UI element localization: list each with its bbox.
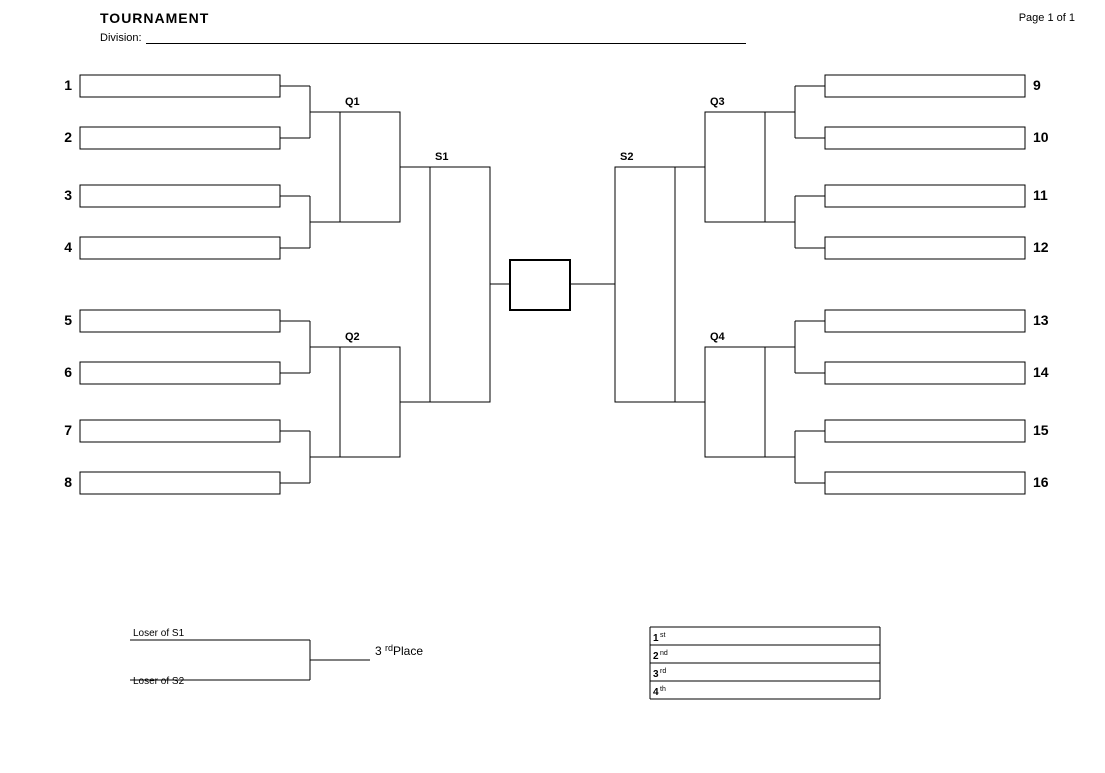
division-label: Division: (100, 32, 142, 44)
svg-text:4: 4 (64, 239, 72, 255)
svg-text:7: 7 (64, 422, 72, 438)
svg-text:8: 8 (64, 474, 72, 490)
svg-text:11: 11 (1033, 187, 1048, 203)
svg-text:9: 9 (1033, 77, 1041, 93)
svg-text:10: 10 (1033, 129, 1049, 145)
tournament-title: TOURNAMENT (100, 10, 1085, 26)
svg-text:Q4: Q4 (710, 331, 726, 343)
svg-text:3: 3 (375, 644, 382, 658)
svg-text:1: 1 (64, 77, 72, 93)
svg-text:14: 14 (1033, 364, 1049, 380)
svg-text:4: 4 (653, 687, 659, 698)
svg-text:rd: rd (660, 668, 666, 675)
svg-text:th: th (660, 686, 666, 693)
svg-text:S2: S2 (620, 151, 633, 163)
svg-text:3: 3 (653, 669, 659, 680)
svg-text:Loser of S1: Loser of S1 (133, 628, 185, 639)
page: Page 1 of 1 TOURNAMENT Division: (0, 0, 1105, 773)
svg-text:3: 3 (64, 187, 72, 203)
svg-text:6: 6 (64, 364, 72, 380)
svg-text:12: 12 (1033, 239, 1049, 255)
svg-text:2: 2 (64, 129, 72, 145)
bracket-svg: 1 2 3 4 5 6 7 8 9 10 11 12 13 14 15 16 Q… (0, 55, 1105, 755)
svg-text:nd: nd (660, 650, 668, 657)
svg-text:Q3: Q3 (710, 96, 725, 108)
page-number: Page 1 of 1 (1019, 12, 1075, 24)
division-line: Division: (100, 32, 1085, 44)
svg-text:5: 5 (64, 312, 72, 328)
svg-text:Loser of S2: Loser of S2 (133, 676, 185, 687)
svg-text:st: st (660, 632, 666, 639)
svg-text:S1: S1 (435, 151, 448, 163)
svg-text:13: 13 (1033, 312, 1049, 328)
svg-text:rd: rd (385, 643, 393, 653)
svg-text:16: 16 (1033, 474, 1049, 490)
svg-text:Q2: Q2 (345, 331, 360, 343)
svg-text:Q1: Q1 (345, 96, 360, 108)
division-underline (146, 32, 746, 44)
svg-text:Place: Place (393, 644, 423, 658)
svg-text:15: 15 (1033, 422, 1049, 438)
svg-text:2: 2 (653, 651, 659, 662)
svg-text:1: 1 (653, 633, 659, 644)
